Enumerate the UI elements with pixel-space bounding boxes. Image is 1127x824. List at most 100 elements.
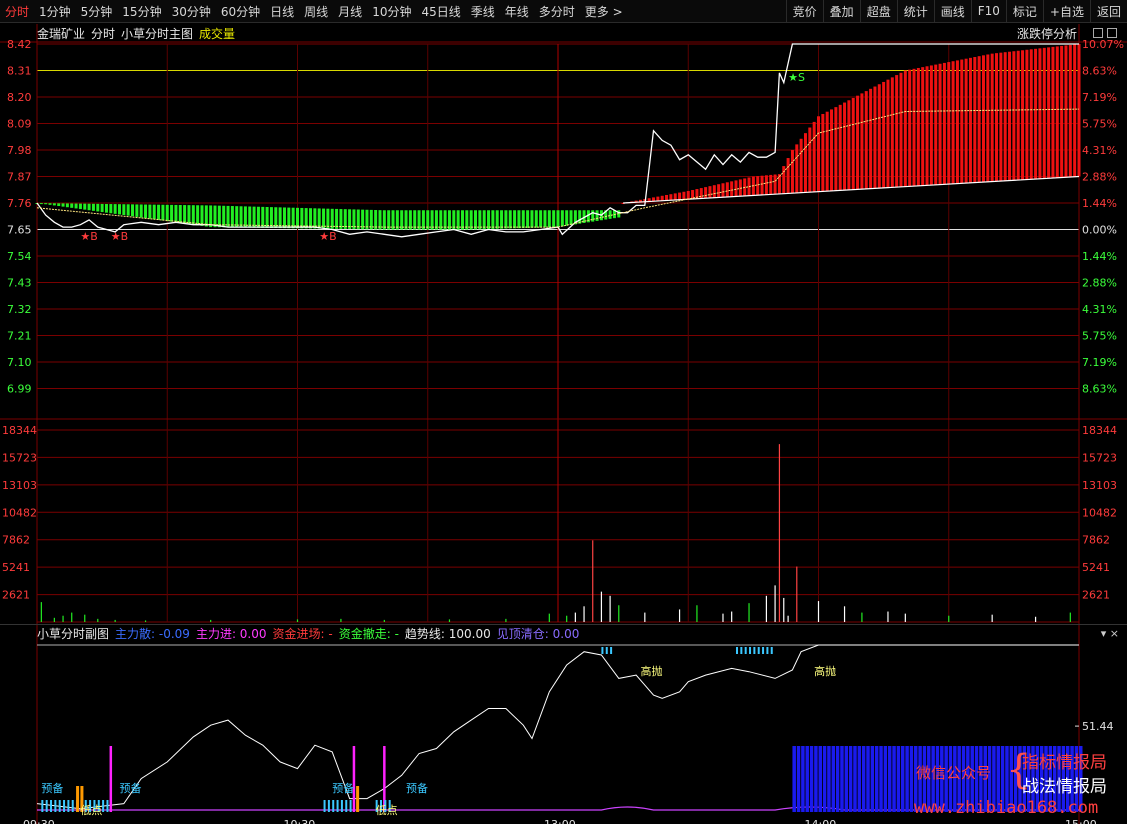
- green-band-bar: [117, 204, 121, 215]
- sub-item-2: 资金进场: -: [272, 627, 333, 641]
- sub-panel-controls[interactable]: ▾ ×: [1101, 627, 1119, 640]
- capital-bar: [1013, 746, 1018, 812]
- green-band-bar: [239, 206, 243, 228]
- red-band-bar: [995, 53, 999, 182]
- capital-bar: [840, 746, 844, 812]
- capital-bar: [957, 746, 961, 812]
- green-band-bar: [343, 209, 347, 229]
- capital-bar: [914, 746, 918, 812]
- percent-tick-label: 7.19%: [1082, 356, 1117, 369]
- top-signal-bar: [736, 647, 739, 654]
- green-band-bar: [126, 204, 130, 216]
- red-band-bar: [895, 75, 899, 188]
- top-signal-bar: [744, 647, 747, 654]
- prep-bar: [336, 800, 339, 812]
- red-band-bar: [1029, 49, 1033, 180]
- prep-bar: [63, 800, 66, 812]
- capital-bar: [970, 746, 974, 812]
- capital-bar: [1044, 746, 1048, 812]
- red-band-bar: [1012, 51, 1016, 181]
- capital-bar: [922, 746, 927, 812]
- capital-bar: [801, 746, 805, 812]
- capital-bar: [1018, 746, 1022, 812]
- green-band-bar: [65, 203, 69, 208]
- percent-tick-label: 10.07%: [1082, 38, 1124, 51]
- green-band-bar: [52, 203, 56, 206]
- price-tick-label: 7.10: [7, 356, 32, 369]
- green-band-bar: [235, 206, 239, 228]
- green-band-bar: [504, 210, 508, 229]
- sub-signal-label: 预备: [332, 781, 354, 795]
- percent-tick-label: 2.88%: [1082, 277, 1117, 290]
- green-band-bar: [70, 203, 74, 208]
- capital-bar: [796, 746, 801, 812]
- capital-bar: [940, 746, 944, 812]
- green-band-bar: [265, 206, 269, 228]
- prep-bar: [327, 800, 330, 812]
- green-band-bar: [152, 204, 156, 220]
- green-band-bar: [78, 203, 82, 210]
- volume-tick-left: 13103: [2, 479, 37, 492]
- prep-bar: [349, 800, 352, 812]
- capital-bar: [944, 746, 948, 812]
- red-band-bar: [786, 158, 790, 194]
- red-band-bar: [704, 187, 708, 199]
- red-band-bar: [1008, 51, 1012, 181]
- green-band-bar: [309, 208, 313, 229]
- red-band-bar: [682, 191, 686, 200]
- capital-bar: [1070, 746, 1074, 812]
- percent-tick-label: 7.19%: [1082, 91, 1117, 104]
- prep-bar: [102, 800, 105, 812]
- sub-indicator-name[interactable]: 小草分时副图: [37, 625, 109, 642]
- capital-bar: [1000, 746, 1005, 812]
- price-tick-label: 6.99: [7, 383, 32, 396]
- capital-bar: [1061, 746, 1066, 812]
- red-band-bar: [1060, 45, 1064, 178]
- red-band-bar: [760, 175, 764, 195]
- green-band-bar: [74, 203, 78, 209]
- green-band-bar: [196, 205, 200, 226]
- sub-signal-label: 低点: [80, 804, 102, 817]
- green-band-bar: [57, 203, 61, 207]
- green-band-bar: [61, 203, 65, 207]
- sub-item-4: 趋势线: 100.00: [404, 627, 491, 641]
- red-band-bar: [799, 138, 803, 193]
- red-band-bar: [860, 93, 864, 190]
- capital-bar: [809, 746, 814, 812]
- red-band-bar: [795, 144, 799, 193]
- capital-bar: [835, 746, 840, 812]
- percent-tick-label: 5.75%: [1082, 118, 1117, 131]
- capital-bar: [931, 746, 935, 812]
- capital-bar: [983, 746, 987, 812]
- sub-item-0: 主力散: -0.09: [115, 627, 190, 641]
- green-band-bar: [543, 210, 547, 228]
- time-tick-label: 13:00: [544, 818, 576, 824]
- green-band-bar: [508, 210, 512, 229]
- sub-chart-header: 小草分时副图 主力散: -0.09 主力进: 0.00 资金进场: - 资金撤走…: [0, 624, 1127, 642]
- percent-tick-label: 4.31%: [1082, 144, 1117, 157]
- red-band-bar: [834, 107, 838, 191]
- red-band-bar: [1073, 44, 1077, 177]
- green-band-bar: [191, 205, 195, 225]
- green-band-bar: [317, 208, 321, 229]
- red-band-bar: [756, 176, 760, 196]
- capital-bar: [974, 746, 979, 812]
- top-signal-bar: [605, 647, 608, 654]
- volume-tick-right: 2621: [1082, 589, 1110, 602]
- red-band-bar: [1077, 44, 1081, 177]
- volume-tick-right: 15723: [1082, 451, 1117, 464]
- green-band-bar: [482, 210, 486, 230]
- green-band-bar: [313, 208, 317, 229]
- red-band-bar: [877, 84, 881, 189]
- green-band-bar: [256, 206, 260, 228]
- green-band-bar: [330, 208, 334, 229]
- green-band-bar: [217, 205, 221, 228]
- green-band-bar: [222, 205, 226, 228]
- capital-bar: [1009, 746, 1014, 812]
- volume-tick-right: 7862: [1082, 534, 1110, 547]
- red-band-bar: [843, 102, 847, 191]
- green-band-bar: [252, 206, 256, 228]
- green-band-bar: [521, 210, 525, 229]
- red-band-bar: [864, 91, 868, 189]
- green-band-bar: [91, 203, 95, 211]
